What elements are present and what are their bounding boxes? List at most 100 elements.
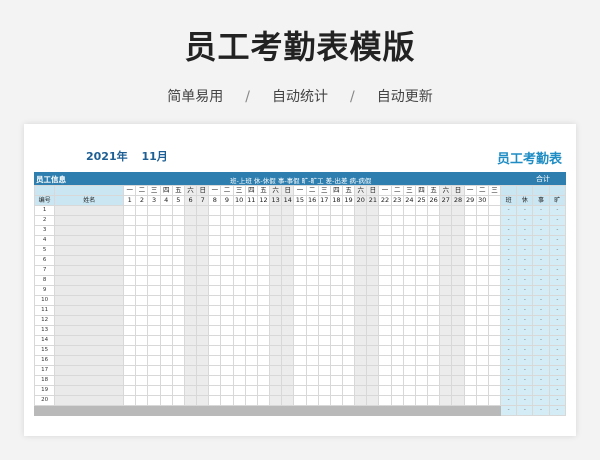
attendance-cell[interactable] (147, 295, 161, 306)
name-cell[interactable] (54, 335, 125, 346)
attendance-cell[interactable] (427, 275, 441, 286)
attendance-cell[interactable] (123, 375, 137, 386)
attendance-cell[interactable] (159, 275, 173, 286)
attendance-cell[interactable] (378, 265, 392, 276)
attendance-cell[interactable] (414, 395, 429, 406)
attendance-cell[interactable] (269, 235, 283, 246)
attendance-cell[interactable] (244, 305, 258, 316)
attendance-cell[interactable] (341, 295, 356, 306)
attendance-cell[interactable] (135, 315, 149, 326)
attendance-cell[interactable] (487, 335, 502, 346)
attendance-cell[interactable] (171, 375, 185, 386)
attendance-cell[interactable] (123, 205, 137, 216)
attendance-cell[interactable] (378, 315, 392, 326)
attendance-cell[interactable] (329, 385, 343, 396)
attendance-cell[interactable] (414, 235, 429, 246)
attendance-cell[interactable] (256, 235, 271, 246)
attendance-cell[interactable] (317, 225, 331, 236)
attendance-cell[interactable] (208, 205, 222, 216)
attendance-cell[interactable] (402, 335, 416, 346)
attendance-cell[interactable] (487, 345, 502, 356)
attendance-cell[interactable] (159, 205, 173, 216)
attendance-cell[interactable] (232, 355, 246, 366)
attendance-cell[interactable] (329, 255, 343, 266)
attendance-cell[interactable] (244, 275, 258, 286)
attendance-cell[interactable] (487, 375, 502, 386)
attendance-cell[interactable] (366, 285, 380, 296)
attendance-cell[interactable] (317, 345, 331, 356)
attendance-cell[interactable] (147, 285, 161, 296)
attendance-cell[interactable] (171, 315, 185, 326)
attendance-cell[interactable] (208, 265, 222, 276)
attendance-cell[interactable] (317, 305, 331, 316)
attendance-cell[interactable] (147, 355, 161, 366)
attendance-cell[interactable] (487, 235, 502, 246)
attendance-cell[interactable] (305, 275, 319, 286)
attendance-cell[interactable] (220, 225, 234, 236)
attendance-cell[interactable] (305, 395, 319, 406)
attendance-cell[interactable] (402, 215, 416, 226)
attendance-cell[interactable] (451, 265, 465, 276)
attendance-cell[interactable] (402, 305, 416, 316)
attendance-cell[interactable] (171, 365, 185, 376)
attendance-cell[interactable] (439, 275, 453, 286)
attendance-cell[interactable] (220, 385, 234, 396)
attendance-cell[interactable] (414, 315, 429, 326)
attendance-cell[interactable] (402, 235, 416, 246)
attendance-cell[interactable] (463, 395, 477, 406)
attendance-cell[interactable] (390, 325, 404, 336)
attendance-cell[interactable] (244, 385, 258, 396)
attendance-cell[interactable] (256, 385, 271, 396)
attendance-cell[interactable] (378, 395, 392, 406)
attendance-cell[interactable] (281, 345, 295, 356)
attendance-cell[interactable] (390, 375, 404, 386)
attendance-cell[interactable] (329, 325, 343, 336)
attendance-cell[interactable] (123, 215, 137, 226)
attendance-cell[interactable] (135, 205, 149, 216)
attendance-cell[interactable] (463, 385, 477, 396)
attendance-cell[interactable] (220, 365, 234, 376)
attendance-cell[interactable] (341, 355, 356, 366)
attendance-cell[interactable] (269, 385, 283, 396)
attendance-cell[interactable] (171, 355, 185, 366)
attendance-cell[interactable] (196, 295, 210, 306)
attendance-cell[interactable] (305, 375, 319, 386)
attendance-cell[interactable] (329, 355, 343, 366)
attendance-cell[interactable] (451, 335, 465, 346)
attendance-cell[interactable] (463, 305, 477, 316)
attendance-cell[interactable] (293, 285, 307, 296)
attendance-cell[interactable] (269, 325, 283, 336)
attendance-cell[interactable] (208, 225, 222, 236)
attendance-cell[interactable] (414, 345, 429, 356)
attendance-cell[interactable] (244, 365, 258, 376)
attendance-cell[interactable] (293, 325, 307, 336)
attendance-cell[interactable] (196, 285, 210, 296)
attendance-cell[interactable] (341, 225, 356, 236)
attendance-cell[interactable] (269, 265, 283, 276)
name-cell[interactable] (54, 215, 125, 226)
attendance-cell[interactable] (183, 245, 198, 256)
attendance-cell[interactable] (390, 335, 404, 346)
attendance-cell[interactable] (329, 375, 343, 386)
attendance-cell[interactable] (244, 285, 258, 296)
attendance-cell[interactable] (232, 245, 246, 256)
attendance-cell[interactable] (208, 375, 222, 386)
attendance-cell[interactable] (196, 345, 210, 356)
attendance-cell[interactable] (196, 355, 210, 366)
attendance-cell[interactable] (123, 345, 137, 356)
attendance-cell[interactable] (183, 365, 198, 376)
name-cell[interactable] (54, 375, 125, 386)
attendance-cell[interactable] (487, 395, 502, 406)
attendance-cell[interactable] (183, 265, 198, 276)
attendance-cell[interactable] (463, 225, 477, 236)
attendance-cell[interactable] (317, 375, 331, 386)
attendance-cell[interactable] (390, 305, 404, 316)
attendance-cell[interactable] (159, 255, 173, 266)
attendance-cell[interactable] (439, 385, 453, 396)
attendance-cell[interactable] (147, 395, 161, 406)
attendance-cell[interactable] (123, 235, 137, 246)
attendance-cell[interactable] (451, 295, 465, 306)
attendance-cell[interactable] (329, 315, 343, 326)
attendance-cell[interactable] (135, 325, 149, 336)
attendance-cell[interactable] (475, 305, 489, 316)
